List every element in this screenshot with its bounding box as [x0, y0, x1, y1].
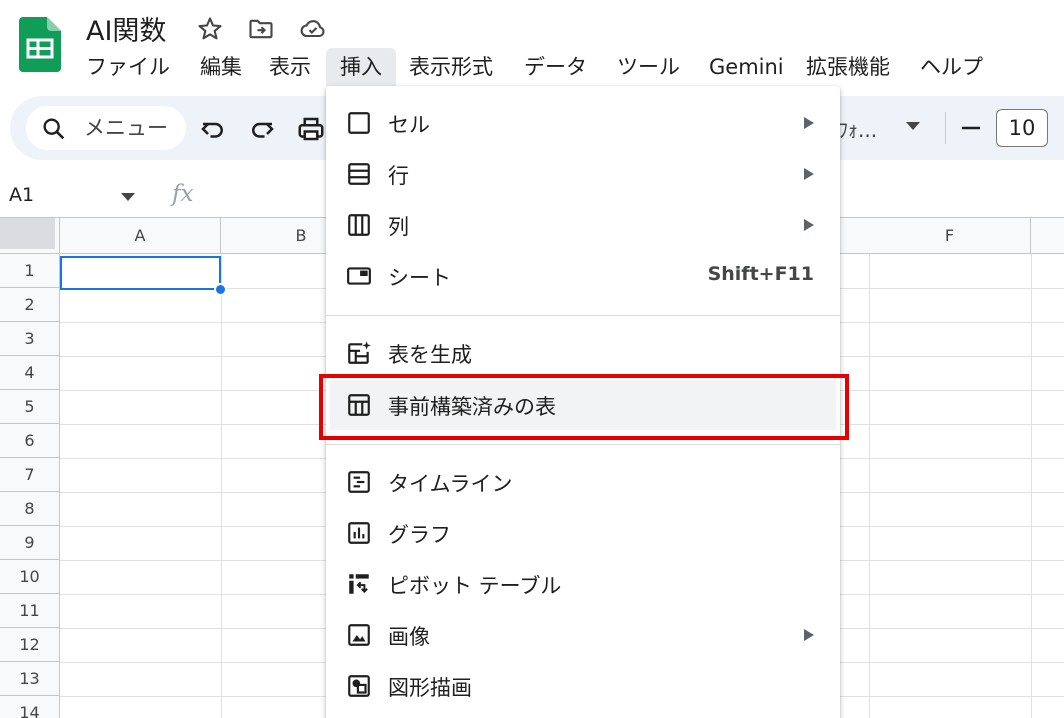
- menu-file[interactable]: ファイル: [72, 48, 184, 86]
- chart-icon: [348, 522, 370, 544]
- menu-item-columns[interactable]: 列: [326, 200, 840, 250]
- decrease-font-size-button[interactable]: [956, 109, 986, 147]
- sheet-icon: [347, 267, 371, 285]
- row-header[interactable]: 12: [0, 628, 60, 662]
- menu-item-generate-table[interactable]: 表を生成: [326, 328, 840, 378]
- submenu-arrow-icon: [804, 629, 814, 641]
- menu-item-sheet[interactable]: シート Shift+F11: [326, 251, 840, 301]
- menu-item-label: ピボット テーブル: [388, 574, 562, 598]
- menu-item-drawing[interactable]: 図形描画: [326, 661, 840, 711]
- columns-icon: [348, 214, 370, 236]
- menu-item-label: 画像: [388, 625, 430, 649]
- menu-item-chart[interactable]: グラフ: [326, 508, 840, 558]
- menu-item-label: 図形描画: [388, 676, 472, 700]
- image-icon: [348, 624, 370, 646]
- redo-icon[interactable]: [247, 114, 277, 144]
- chevron-down-icon[interactable]: [906, 122, 920, 130]
- menu-divider: [326, 444, 840, 445]
- submenu-arrow-icon: [804, 117, 814, 129]
- row-header[interactable]: 8: [0, 492, 60, 526]
- menu-item-label: 行: [388, 164, 409, 188]
- generate-table-icon: [348, 341, 371, 364]
- menu-item-pivot-table[interactable]: ピボット テーブル: [326, 559, 840, 609]
- row-header[interactable]: 7: [0, 458, 60, 492]
- search-icon: [43, 118, 65, 140]
- timeline-icon: [348, 471, 370, 493]
- column-header-f[interactable]: F: [869, 218, 1031, 254]
- row-header[interactable]: 6: [0, 424, 60, 458]
- row-header[interactable]: 10: [0, 560, 60, 594]
- column-gridline: [1031, 254, 1032, 718]
- menu-item-label: シート: [388, 266, 451, 290]
- highlight-annotation-box: [319, 374, 849, 440]
- row-header[interactable]: 11: [0, 594, 60, 628]
- menu-item-rows[interactable]: 行: [326, 149, 840, 199]
- fx-icon: fx: [172, 181, 194, 207]
- submenu-arrow-icon: [804, 219, 814, 231]
- column-gridline: [221, 254, 222, 718]
- menu-item-timeline[interactable]: タイムライン: [326, 457, 840, 507]
- column-gridline: [869, 254, 870, 718]
- font-family-select[interactable]: ﾌｫ...: [838, 114, 877, 143]
- menu-item-cell[interactable]: セル: [326, 98, 840, 148]
- row-header[interactable]: 9: [0, 526, 60, 560]
- menu-item-label: タイムライン: [388, 472, 513, 496]
- sheets-logo-icon[interactable]: [19, 17, 61, 72]
- menu-gemini[interactable]: Gemini: [695, 48, 798, 86]
- cell-icon: [348, 112, 370, 134]
- menu-item-label: 表を生成: [388, 343, 472, 367]
- menu-item-label: 列: [388, 215, 409, 239]
- menu-search-label[interactable]: メニュー: [84, 112, 168, 142]
- column-header-a[interactable]: A: [60, 218, 221, 254]
- cloud-saved-icon[interactable]: [299, 15, 327, 43]
- row-header[interactable]: 4: [0, 356, 60, 390]
- fill-handle[interactable]: [214, 283, 227, 296]
- row-header[interactable]: 2: [0, 288, 60, 322]
- rows-icon: [348, 163, 370, 185]
- row-header[interactable]: 13: [0, 662, 60, 696]
- undo-icon[interactable]: [198, 114, 228, 144]
- column-header-g[interactable]: [1031, 218, 1064, 254]
- toolbar-divider: [945, 112, 946, 144]
- document-title[interactable]: AI関数: [86, 9, 166, 48]
- menu-extensions[interactable]: 拡張機能: [792, 48, 904, 86]
- font-size-input[interactable]: 10: [996, 109, 1048, 147]
- row-header[interactable]: 1: [0, 254, 60, 288]
- row-header[interactable]: 3: [0, 322, 60, 356]
- menu-format[interactable]: 表示形式: [395, 48, 507, 86]
- name-box[interactable]: A1: [9, 184, 34, 206]
- select-all-handle[interactable]: [0, 218, 55, 249]
- drawing-icon: [348, 675, 370, 697]
- menu-item-image[interactable]: 画像: [326, 610, 840, 660]
- row-header[interactable]: 14: [0, 696, 60, 718]
- menu-edit[interactable]: 編集: [186, 48, 256, 86]
- row-header[interactable]: 5: [0, 390, 60, 424]
- menu-tools[interactable]: ツール: [603, 48, 694, 86]
- print-icon[interactable]: [296, 114, 326, 144]
- chevron-down-icon[interactable]: [121, 193, 135, 201]
- menu-divider: [326, 315, 840, 316]
- submenu-arrow-icon: [804, 168, 814, 180]
- selected-cell[interactable]: [60, 256, 221, 290]
- menu-data[interactable]: データ: [510, 48, 601, 86]
- pivot-table-icon: [349, 574, 369, 594]
- menu-item-label: セル: [388, 113, 430, 137]
- menu-view[interactable]: 表示: [255, 48, 325, 86]
- menu-insert[interactable]: 挿入: [326, 48, 396, 86]
- menu-help[interactable]: ヘルプ: [906, 48, 997, 86]
- keyboard-shortcut: Shift+F11: [707, 263, 814, 285]
- menu-item-label: グラフ: [388, 523, 451, 547]
- star-icon[interactable]: [196, 15, 224, 43]
- move-to-folder-icon[interactable]: [247, 15, 275, 43]
